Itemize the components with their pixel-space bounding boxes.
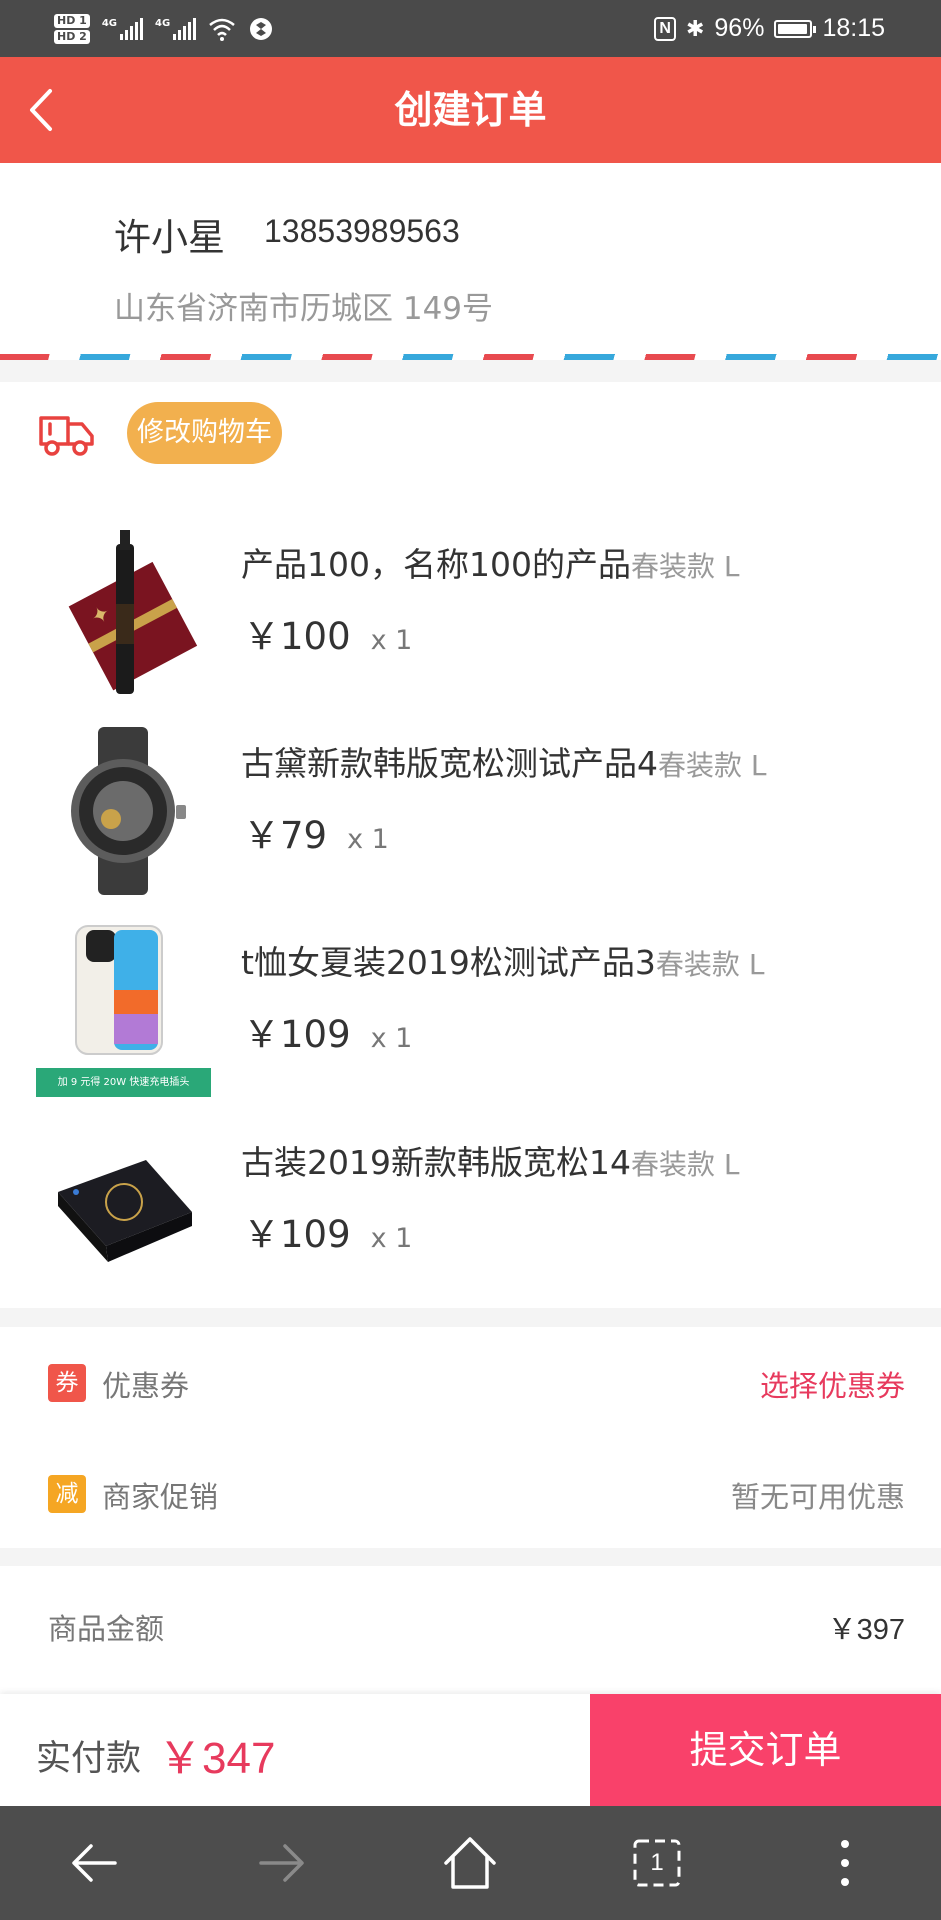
promotion-value: 暂无可用优惠	[730, 1480, 905, 1514]
nfc-icon: N	[654, 16, 676, 41]
item-price-row: ￥100 x 1	[243, 606, 412, 660]
status-bar: HD 1 HD 2 4G 4G N ✱ 96% 18:15	[0, 0, 941, 57]
item-spec: 春装款 L	[630, 550, 740, 583]
nav-tabs-button[interactable]: 1	[624, 1830, 690, 1896]
nav-menu-button[interactable]	[812, 1830, 878, 1896]
pay-label: 实付款	[36, 1739, 142, 1779]
promotion-label: 商家促销	[102, 1480, 219, 1514]
nav-back-button[interactable]	[61, 1830, 127, 1896]
item-price: ￥109	[243, 1213, 351, 1256]
status-left: HD 1 HD 2 4G 4G	[54, 8, 274, 50]
recipient-phone: 13853989563	[264, 213, 460, 249]
item-price: ￥109	[243, 1013, 351, 1056]
home-icon	[444, 1837, 496, 1889]
nav-home-button[interactable]	[437, 1830, 503, 1896]
promo-banner: 加 9 元得 20W 快速充电插头	[36, 1068, 211, 1097]
coupon-label: 优惠券	[102, 1369, 190, 1403]
network-type-2: 4G	[155, 18, 171, 29]
coupon-badge: 券	[48, 1364, 86, 1402]
signal-icon	[173, 18, 197, 40]
chevron-left-icon	[30, 89, 52, 131]
arrow-left-icon	[72, 1844, 117, 1882]
address-card[interactable]: 许小星 13853989563 山东省济南市历城区 149号	[0, 163, 941, 360]
coupon-row[interactable]: 券 优惠券 选择优惠券	[0, 1327, 941, 1437]
cart-item[interactable]: ✦ 产品100，名称100的产品春装款 L ￥100 x 1	[0, 524, 941, 724]
item-price: ￥100	[243, 615, 351, 658]
smartphone-image: 加 9 元得 20W 快速充电插头	[36, 922, 211, 1097]
recipient-name: 许小星	[114, 216, 225, 259]
hd-indicator: HD 1 HD 2	[54, 14, 90, 44]
hd1-label: HD 1	[54, 14, 90, 28]
item-qty: x 1	[370, 625, 413, 656]
cart-section: 修改购物车 ✦ 产品100，名称100的产品春装款 L ￥100 x 1 古黛新…	[0, 382, 941, 1308]
item-spec: 春装款 L	[655, 948, 765, 981]
goods-amount-label: 商品金额	[48, 1612, 165, 1646]
page-title: 创建订单	[394, 88, 547, 132]
item-name: 产品100，名称100的产品	[241, 545, 631, 584]
battery-icon	[774, 19, 817, 38]
battery-fill	[778, 23, 808, 34]
pay-amount: ￥347	[158, 1734, 276, 1783]
item-price: ￥79	[243, 814, 328, 857]
promotion-row[interactable]: 减 商家促销 暂无可用优惠	[0, 1438, 941, 1548]
airmail-border	[0, 354, 941, 360]
nav-forward-button[interactable]	[249, 1830, 315, 1896]
item-title: 古装2019新款韩版宽松14春装款 L	[241, 1136, 740, 1184]
sync-icon	[250, 18, 273, 40]
item-name: 古黛新款韩版宽松测试产品4	[241, 744, 658, 783]
gift-box-image	[36, 1122, 211, 1297]
clock: 18:15	[822, 14, 885, 42]
battery-percent: 96%	[714, 14, 765, 42]
item-qty: x 1	[370, 1223, 413, 1254]
item-price-row: ￥109 x 1	[243, 1004, 412, 1058]
more-vertical-icon	[841, 1840, 849, 1886]
submit-order-button[interactable]: 提交订单	[590, 1694, 941, 1806]
hd2-label: HD 2	[54, 30, 90, 44]
truck-icon	[39, 416, 94, 456]
cart-item[interactable]: 加 9 元得 20W 快速充电插头 t恤女夏装2019松测试产品3春装款 L ￥…	[0, 922, 941, 1122]
discount-section: 券 优惠券 选择优惠券 减 商家促销 暂无可用优惠	[0, 1327, 941, 1548]
wifi-icon	[209, 18, 235, 41]
item-title: 产品100，名称100的产品春装款 L	[241, 538, 740, 586]
edit-cart-button[interactable]: 修改购物车	[127, 402, 282, 464]
status-right: N ✱ 96% 18:15	[654, 0, 885, 57]
wine-bottle-image: ✦	[36, 524, 211, 699]
item-name: 古装2019新款韩版宽松14	[241, 1143, 631, 1182]
item-price-row: ￥109 x 1	[243, 1204, 412, 1258]
item-title: t恤女夏装2019松测试产品3春装款 L	[241, 936, 764, 984]
cart-item[interactable]: 古装2019新款韩版宽松14春装款 L ￥109 x 1	[0, 1122, 941, 1322]
item-qty: x 1	[370, 1023, 413, 1054]
wristwatch-image	[36, 723, 211, 898]
select-coupon-link[interactable]: 选择优惠券	[760, 1363, 905, 1405]
network-type-1: 4G	[101, 18, 117, 29]
item-spec: 春装款 L	[658, 749, 767, 782]
browser-nav-bar: 1	[0, 1806, 941, 1920]
arrow-right-icon	[259, 1844, 304, 1882]
checkout-bar: 实付款 ￥347 提交订单	[0, 1694, 941, 1806]
item-qty: x 1	[347, 824, 389, 855]
item-name: t恤女夏装2019松测试产品3	[241, 943, 656, 982]
item-spec: 春装款 L	[630, 1148, 740, 1181]
item-title: 古黛新款韩版宽松测试产品4春装款 L	[241, 737, 767, 785]
app-header: 创建订单	[0, 57, 941, 163]
address-detail: 山东省济南市历城区 149号	[114, 291, 494, 327]
tab-count: 1	[650, 1849, 664, 1876]
bluetooth-icon: ✱	[685, 15, 705, 41]
goods-amount-value: ￥397	[827, 1614, 905, 1646]
signal-icon	[120, 18, 143, 40]
back-button[interactable]	[24, 75, 84, 145]
cart-item[interactable]: 古黛新款韩版宽松测试产品4春装款 L ￥79 x 1	[0, 723, 941, 923]
goods-amount-row: 商品金额 ￥397	[0, 1566, 941, 1694]
item-price-row: ￥79 x 1	[243, 805, 389, 859]
promotion-badge: 减	[48, 1475, 86, 1513]
